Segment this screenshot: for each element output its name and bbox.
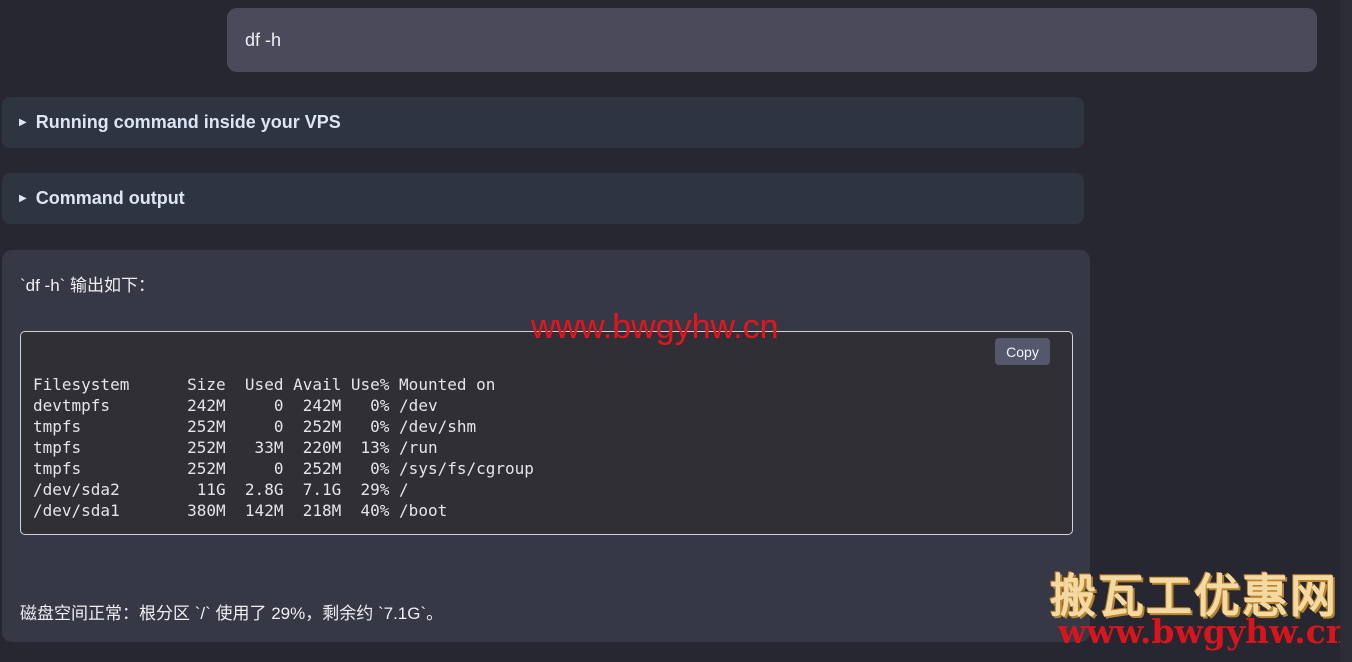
user-message-bubble: df -h [227,8,1317,72]
expand-triangle-icon: ▶ [19,117,27,128]
scrollbar-track[interactable] [1340,0,1352,662]
running-command-toggle[interactable]: ▶ Running command inside your VPS [2,97,1084,148]
chat-page: df -h ▶ Running command inside your VPS … [0,0,1352,662]
code-block: Copy Filesystem Size Used Avail Use% Mou… [20,331,1073,535]
expand-triangle-icon: ▶ [19,193,27,204]
code-content: Filesystem Size Used Avail Use% Mounted … [33,375,534,520]
user-message-text: df -h [245,29,282,50]
answer-intro-text: `df -h` 输出如下： [20,276,156,295]
watermark-center-url: www.bwgyhw.cn [531,308,779,346]
copy-code-button[interactable]: Copy [995,338,1050,365]
command-output-label: Command output [35,188,185,208]
running-command-label: Running command inside your VPS [35,112,341,132]
watermark-corner-url: www.bwgyhw.cn [1058,612,1350,651]
answer-summary-text: 磁盘空间正常：根分区 `/` 使用了 29%，剩余约 `7.1G`。 [20,604,444,623]
command-output-toggle[interactable]: ▶ Command output [2,173,1084,224]
